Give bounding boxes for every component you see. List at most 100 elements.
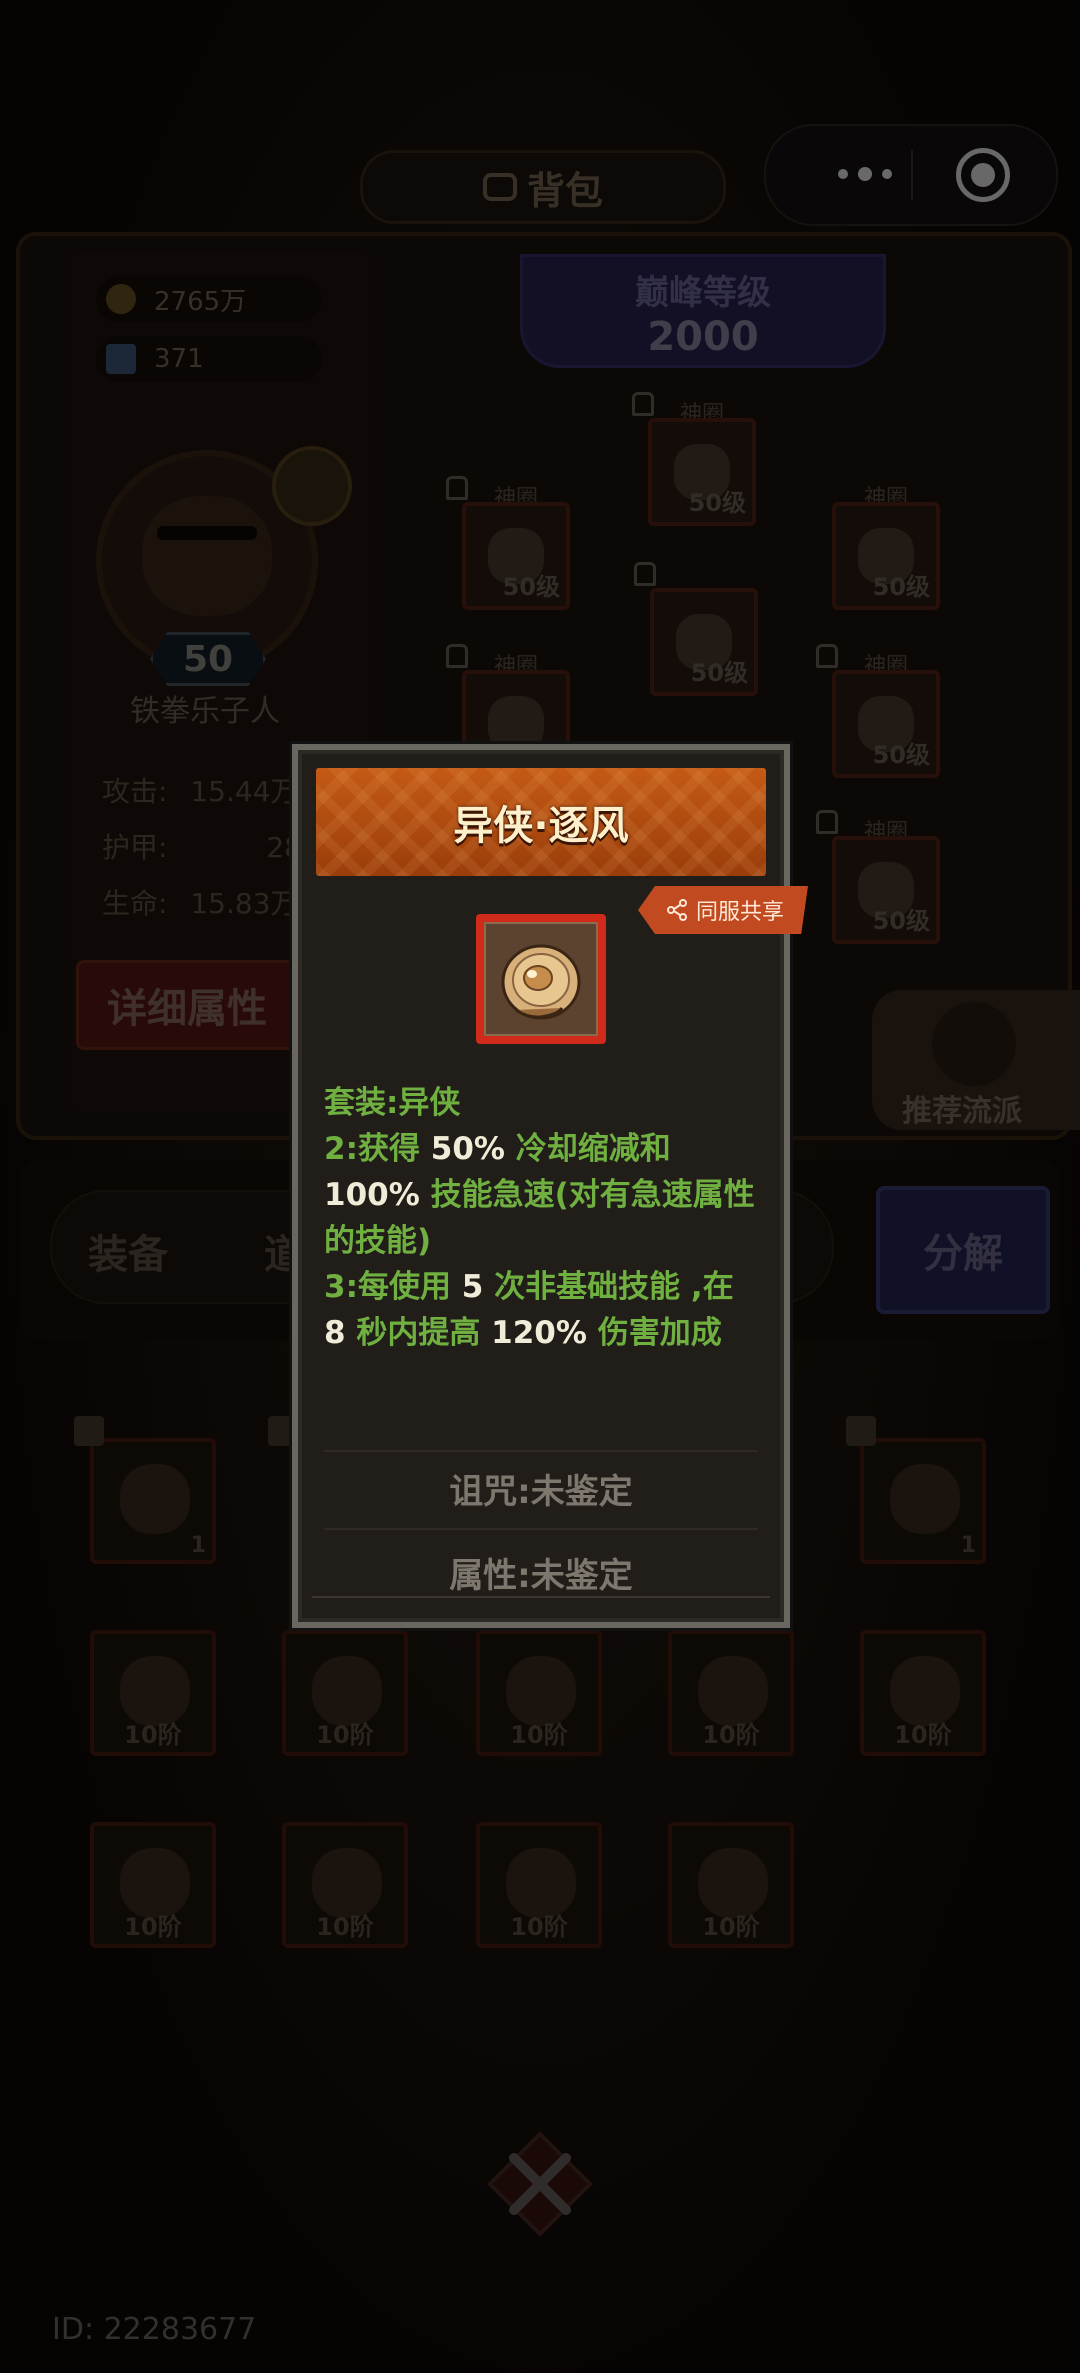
equip-slot[interactable]: 神圈 50级	[816, 810, 940, 944]
set-effect-2: 2:获得 50% 冷却缩减和 100% 技能急速(对有急速属性的技能)	[324, 1126, 764, 1264]
item-stage: 10阶	[510, 1913, 568, 1941]
gem-icon	[106, 344, 136, 374]
inventory-item[interactable]: 10阶	[282, 1822, 408, 1948]
avatar-brow	[157, 526, 257, 540]
hp-stat: 生命: 15.83万	[102, 882, 299, 922]
gem-amount: 371	[154, 344, 204, 374]
decompose-button[interactable]: 分解	[876, 1186, 1050, 1314]
effect-text: 伤害加成	[586, 1315, 722, 1351]
recommend-build-button[interactable]: 推荐流派	[872, 990, 1080, 1130]
divider	[324, 1528, 758, 1530]
effect-value: 5	[461, 1269, 484, 1305]
inventory-item[interactable]: 10阶	[668, 1630, 794, 1756]
gift-icon	[74, 1416, 104, 1446]
inventory-item[interactable]: 10阶	[668, 1822, 794, 1948]
effect-text: 2:获得	[324, 1131, 431, 1167]
item-stage: 10阶	[894, 1721, 952, 1749]
glove-item-icon	[120, 1464, 190, 1534]
item-description: 套装:异侠 2:获得 50% 冷却缩减和 100% 技能急速(对有急速属性的技能)…	[324, 1080, 764, 1356]
modal-header: 异侠·逐风	[316, 768, 766, 876]
inventory-item[interactable]: 1	[860, 1438, 986, 1564]
stat-value: 15.44万	[190, 775, 299, 808]
item-stage: 10阶	[702, 1913, 760, 1941]
effect-text: 秒内提高	[345, 1315, 492, 1351]
more-menu-button[interactable]	[810, 152, 920, 196]
equip-slot[interactable]: 神圈 50级	[816, 644, 940, 778]
share-button[interactable]: 同服共享	[638, 886, 808, 934]
item-icon-frame	[476, 914, 606, 1044]
tab-equipment[interactable]: 装备	[88, 1222, 168, 1280]
effect-value: 50%	[430, 1131, 505, 1167]
slot-level: 50级	[872, 741, 930, 769]
gold-amount: 2765万	[154, 286, 247, 317]
divider	[324, 1450, 758, 1452]
bag-icon	[482, 173, 517, 201]
item-detail-modal: 异侠·逐风 同服共享 套装:异侠 2:获得 50% 冷却缩减和 100% 技能急速…	[292, 744, 808, 1628]
stat-label: 生命:	[102, 887, 168, 920]
gift-icon	[846, 1416, 876, 1446]
modal-footer-line	[312, 1596, 770, 1618]
slot-level: 50级	[688, 489, 746, 517]
effect-value: 8	[324, 1315, 346, 1351]
stat-label: 攻击:	[102, 775, 168, 808]
inventory-item[interactable]: 10阶	[476, 1630, 602, 1756]
thumbs-up-icon	[932, 1002, 1016, 1086]
item-count: 1	[960, 1533, 976, 1558]
peak-level-banner: 巅峰等级 2000	[520, 254, 886, 368]
inventory-item[interactable]: 10阶	[476, 1822, 602, 1948]
close-miniprogram-button[interactable]	[956, 148, 1010, 202]
equip-slot[interactable]: 神圈 50级	[446, 476, 570, 610]
item-stage: 10阶	[702, 1721, 760, 1749]
share-icon	[667, 899, 687, 921]
equip-slot[interactable]: 50级	[634, 562, 758, 696]
gold-coin-icon	[106, 284, 136, 314]
attribute-status: 属性:未鉴定	[449, 1556, 633, 1596]
equip-slot[interactable]: 神圈 50级	[832, 486, 940, 610]
gold-display: 2765万	[96, 276, 322, 322]
equip-slot[interactable]: 神圈 50级	[632, 392, 756, 526]
inventory-item[interactable]: 1	[90, 1438, 216, 1564]
refresh-avatar-icon[interactable]	[272, 446, 352, 526]
meat-icon	[501, 944, 581, 1020]
player-level-badge: 50	[150, 632, 266, 686]
lock-icon	[632, 392, 654, 416]
lock-icon	[446, 476, 468, 500]
effect-text: 冷却缩减和	[504, 1131, 671, 1167]
armor-stat: 护甲: 280	[102, 826, 320, 866]
effect-text: 3:每使用	[324, 1269, 462, 1305]
recommend-build-label: 推荐流派	[902, 1094, 1022, 1129]
item-stage: 10阶	[124, 1721, 182, 1749]
lock-icon	[446, 644, 468, 668]
close-icon	[487, 2131, 593, 2237]
slot-level: 50级	[502, 573, 560, 601]
peak-level-value: 2000	[647, 314, 759, 360]
item-stage: 10阶	[316, 1721, 374, 1749]
inventory-item[interactable]: 10阶	[90, 1822, 216, 1948]
set-line: 套装:异侠	[324, 1085, 461, 1121]
bag-title-text: 背包	[526, 168, 603, 213]
effect-value: 120%	[491, 1315, 587, 1351]
item-stage: 10阶	[124, 1913, 182, 1941]
inventory-item[interactable]: 10阶	[90, 1630, 216, 1756]
slot-level: 50级	[690, 659, 748, 687]
lock-icon	[816, 644, 838, 668]
close-button[interactable]	[486, 2130, 594, 2238]
detail-attributes-button[interactable]: 详细属性	[76, 960, 306, 1050]
inventory-item[interactable]: 10阶	[282, 1630, 408, 1756]
inventory-item[interactable]: 10阶	[860, 1630, 986, 1756]
item-name: 异侠·逐风	[453, 803, 629, 849]
share-label: 同服共享	[696, 900, 785, 925]
lock-icon	[816, 810, 838, 834]
player-id: ID: 22283677	[52, 2312, 257, 2347]
lock-icon	[634, 562, 656, 586]
gem-display: 371	[96, 336, 322, 382]
attack-stat: 攻击: 15.44万	[102, 770, 299, 810]
capsule-divider	[911, 150, 913, 200]
beast-item-icon	[890, 1464, 960, 1534]
peak-level-label: 巅峰等级	[635, 273, 771, 313]
bear-face	[142, 496, 272, 616]
effect-value: 100%	[324, 1177, 420, 1213]
stat-label: 护甲:	[102, 831, 168, 864]
slot-level: 50级	[872, 573, 930, 601]
miniprogram-capsule	[764, 124, 1058, 226]
